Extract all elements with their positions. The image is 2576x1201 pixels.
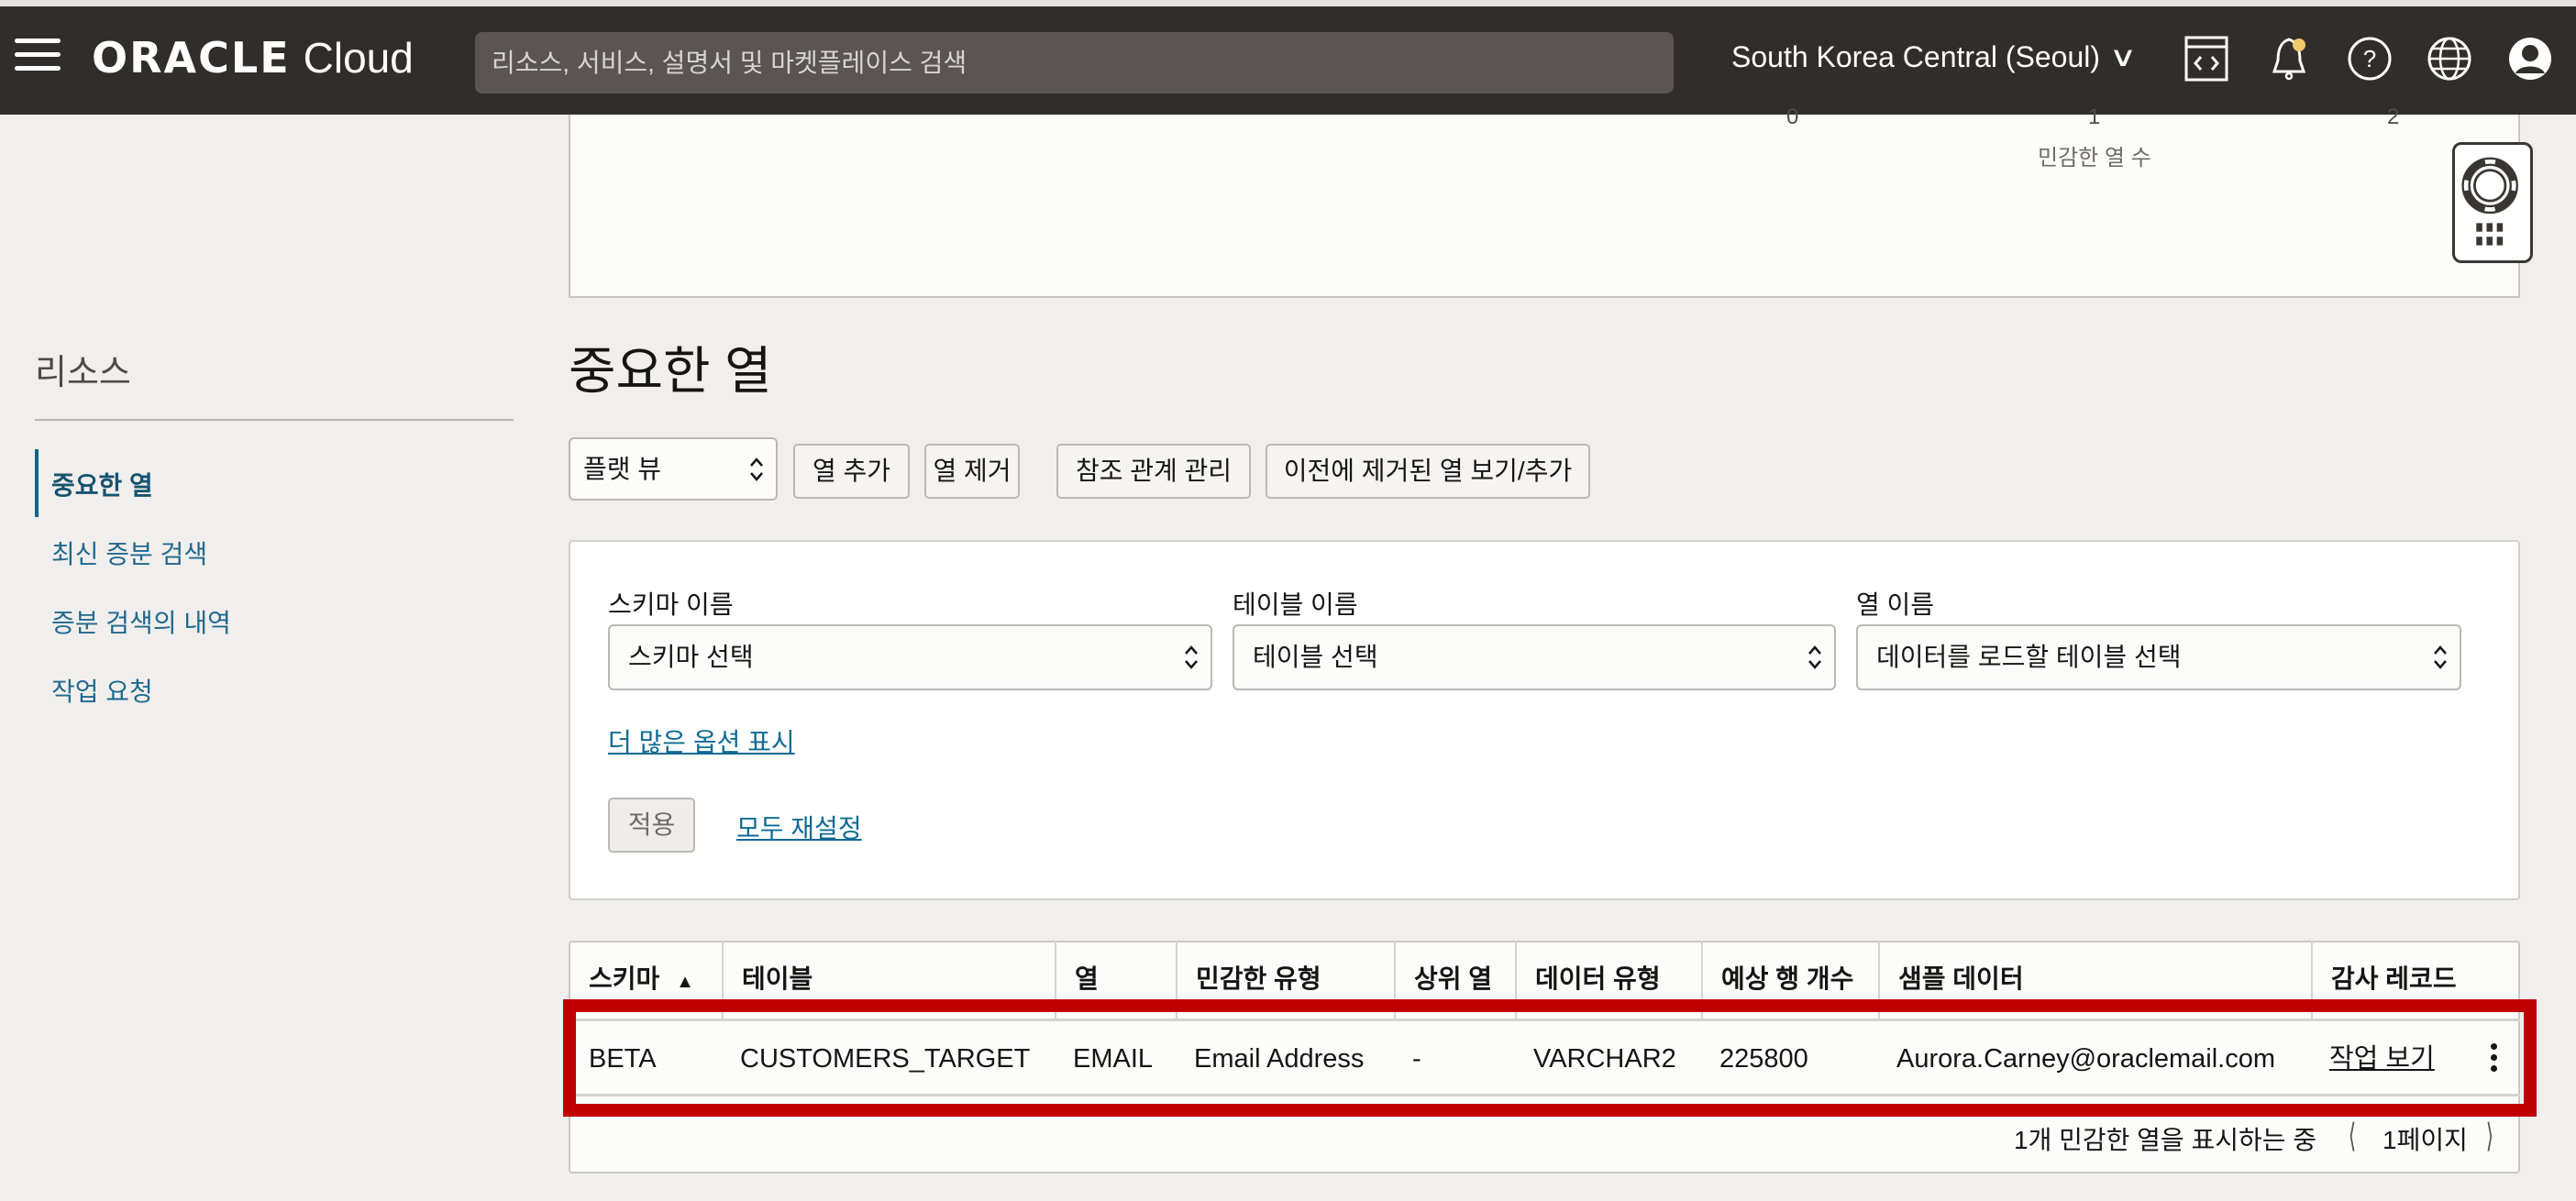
notification-dot	[2293, 39, 2305, 51]
page-title: 중요한 열	[569, 342, 772, 400]
apply-button[interactable]: 적용	[608, 798, 695, 853]
logo-product: Cloud	[303, 34, 414, 82]
column-header-sensitive-type[interactable]: 민감한 유형	[1176, 941, 1394, 1019]
column-header-audit-records[interactable]: 감사 레코드	[2311, 941, 2518, 1019]
column-select[interactable]: 데이터를 로드할 테이블 선택	[1856, 624, 2461, 690]
next-page-icon[interactable]: ⟩	[2486, 1117, 2493, 1155]
help-icon[interactable]: ?	[2346, 35, 2394, 83]
column-name-label: 열 이름	[1856, 590, 1935, 619]
logo-brand: ORACLE	[92, 33, 291, 83]
cell-data-type: VARCHAR2	[1533, 1044, 1676, 1074]
sidebar-divider	[35, 419, 514, 421]
schema-select-value: 스키마 선택	[628, 643, 754, 671]
sidebar-item-latest-incremental-discovery[interactable]: 최신 증분 검색	[51, 534, 207, 571]
user-avatar-icon[interactable]	[2506, 35, 2554, 83]
hamburger-menu-icon[interactable]	[15, 39, 61, 72]
view-mode-value: 플랫 뷰	[583, 455, 662, 483]
chart-panel	[569, 115, 2520, 298]
sidebar-item-sensitive-columns[interactable]: 중요한 열	[51, 466, 153, 502]
x-tick-0: 0	[1786, 105, 1799, 129]
previous-page-icon[interactable]: ⟨	[2349, 1117, 2356, 1155]
help-widget-button[interactable]	[2452, 142, 2533, 263]
oracle-cloud-logo[interactable]: ORACLE Cloud	[92, 33, 414, 83]
column-header-schema[interactable]: 스키마 ▲	[570, 941, 722, 1019]
lifebuoy-icon	[2461, 157, 2518, 246]
show-more-options-link[interactable]: 더 많은 옵션 표시	[608, 722, 795, 759]
column-header-data-type[interactable]: 데이터 유형	[1515, 941, 1701, 1019]
cell-sample-data: Aurora.Carney@oraclemail.com	[1896, 1044, 2276, 1074]
sidebar-active-indicator	[35, 449, 39, 517]
view-removed-columns-button[interactable]: 이전에 제거된 열 보기/추가	[1266, 444, 1590, 499]
row-actions-kebab-icon[interactable]	[2487, 1043, 2500, 1076]
manage-references-button[interactable]: 참조 관계 관리	[1056, 444, 1251, 499]
row-divider	[569, 1094, 2520, 1096]
cell-sensitive-type: Email Address	[1194, 1044, 1365, 1074]
sidebar-title: 리소스	[35, 354, 131, 392]
view-mode-select[interactable]: 플랫 뷰	[569, 437, 778, 501]
x-tick-1: 1	[2088, 105, 2101, 129]
column-header-sample-data[interactable]: 샘플 데이터	[1878, 941, 2311, 1019]
select-arrows-icon	[1185, 645, 1198, 669]
cell-column: EMAIL	[1073, 1044, 1154, 1074]
add-column-button[interactable]: 열 추가	[793, 444, 910, 499]
global-search-input[interactable]: 리소스, 서비스, 설명서 및 마켓플레이스 검색	[475, 32, 1674, 94]
remove-column-button[interactable]: 열 제거	[924, 444, 1020, 499]
cell-parent-column: -	[1412, 1044, 1421, 1074]
cell-schema: BETA	[589, 1044, 657, 1074]
sidebar-item-work-requests[interactable]: 작업 요청	[51, 672, 153, 709]
view-work-requests-link[interactable]: 작업 보기	[2311, 1022, 2435, 1096]
header-divider	[569, 1019, 2520, 1021]
globe-icon[interactable]	[2426, 35, 2473, 83]
schema-select[interactable]: 스키마 선택	[608, 624, 1212, 690]
column-select-value: 데이터를 로드할 테이블 선택	[1876, 643, 2182, 671]
table-status-text: 1개 민감한 열을 표시하는 중	[2014, 1126, 2317, 1154]
table-select[interactable]: 테이블 선택	[1233, 624, 1836, 690]
select-arrows-icon	[2434, 645, 2447, 669]
table-name-label: 테이블 이름	[1233, 590, 1358, 619]
bell-icon[interactable]	[2265, 35, 2313, 83]
current-page-label: 1페이지	[2383, 1126, 2468, 1154]
x-axis-title: 민감한 열 수	[2038, 146, 2151, 171]
region-label: South Korea Central (Seoul)	[1731, 40, 2100, 73]
column-header-estimated-rows[interactable]: 예상 행 개수	[1701, 941, 1878, 1019]
table-select-value: 테이블 선택	[1253, 643, 1378, 671]
cell-table: CUSTOMERS_TARGET	[740, 1044, 1031, 1074]
select-arrows-icon	[1808, 645, 1821, 669]
x-tick-2: 2	[2387, 105, 2400, 129]
filter-panel	[569, 540, 2520, 900]
sort-ascending-icon: ▲	[676, 972, 694, 992]
svg-text:?: ?	[2363, 45, 2376, 72]
column-header-column[interactable]: 열	[1055, 941, 1176, 1019]
schema-name-label: 스키마 이름	[608, 590, 734, 619]
chevron-down-icon: ∨	[2108, 42, 2138, 72]
reset-all-link[interactable]: 모두 재설정	[736, 809, 862, 845]
column-header-parent-column[interactable]: 상위 열	[1394, 941, 1515, 1019]
region-selector[interactable]: South Korea Central (Seoul) ∨	[1731, 40, 2137, 74]
column-header-table[interactable]: 테이블	[722, 941, 1055, 1019]
sidebar-item-incremental-discovery-history[interactable]: 증분 검색의 내역	[51, 603, 231, 640]
browser-top-strip	[0, 0, 2576, 6]
cell-estimated-rows: 225800	[1719, 1044, 1808, 1074]
select-arrows-icon	[750, 457, 763, 481]
code-editor-icon[interactable]	[2183, 35, 2230, 83]
column-header-label: 스키마	[589, 964, 660, 993]
